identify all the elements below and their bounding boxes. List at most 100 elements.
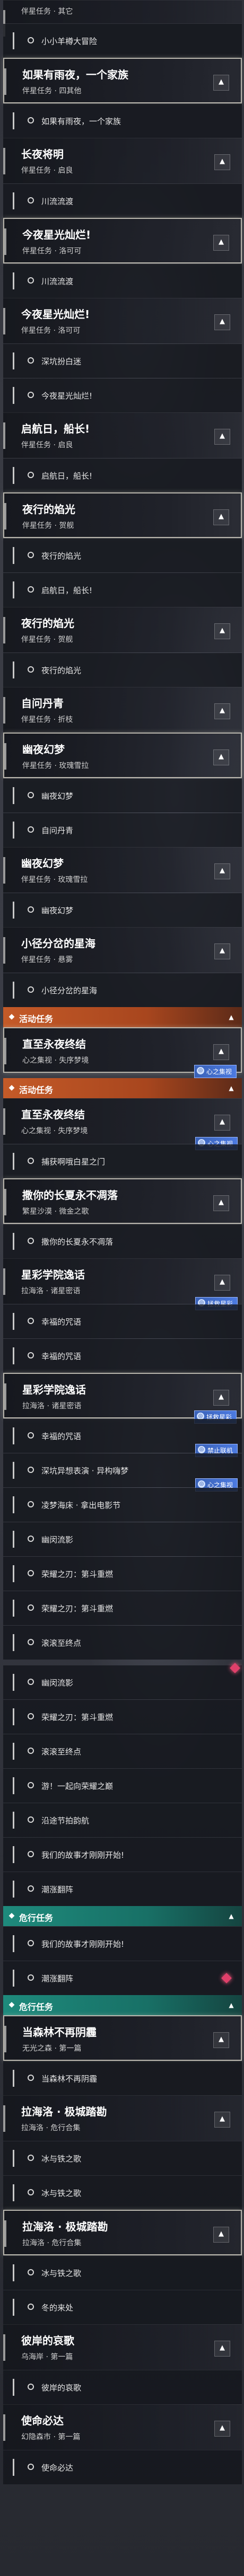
quest-header[interactable]: 使命必达 幻隐森市 · 第一篇 ▲ (3, 2404, 242, 2450)
chevron-up-icon[interactable]: ▲ (214, 2341, 230, 2357)
chevron-up-icon[interactable]: ▲ (214, 2421, 230, 2437)
quest-step[interactable]: 滚滚至终点 (3, 1734, 242, 1768)
quest-header[interactable]: 夜行的焰光 伴星任务 · 贺舰 ▲ (3, 607, 242, 652)
quest-step[interactable]: 冰与铁之歌 (3, 2141, 242, 2175)
quest-header[interactable]: 直至永夜终结 心之集视 · 失序梦境 ▲ ◎ 心之集视 (3, 1027, 242, 1078)
quest-step[interactable]: 幸福的咒语 (3, 1339, 242, 1373)
chevron-up-icon[interactable]: ▲ (226, 1911, 237, 1921)
step-bar (13, 352, 14, 369)
quest-step[interactable]: 自问丹青 (3, 813, 242, 847)
quest-step[interactable]: 当森林不再阴霾 (3, 2061, 242, 2095)
chevron-up-icon[interactable]: ▲ (214, 863, 230, 879)
quest-header[interactable]: 夜行的焰光 伴星任务 · 贺舰 ▲ (3, 492, 242, 538)
quest-step[interactable]: 潮涨翻阵 (3, 1872, 242, 1906)
quest-step[interactable]: 如果有雨夜，一个家族 (3, 104, 242, 138)
chevron-up-icon[interactable]: ▲ (213, 1195, 229, 1211)
chevron-up-icon[interactable]: ▲ (214, 314, 230, 330)
quest-step[interactable]: 沿途节拍韵航 (3, 1803, 242, 1837)
quest-section: 今夜星光灿烂! 伴星任务 · 洛可可 ▲ (3, 298, 242, 343)
quest-subtitle: 幻隐森市 · 第一篇 (21, 2433, 81, 2441)
quest-header[interactable]: 自问丹青 伴星任务 · 折枝 ▲ (3, 687, 242, 733)
quest-step[interactable]: 幸福的咒语 ◎ 禁止联机 (3, 1419, 242, 1457)
quest-badge[interactable]: ◎ 心之集视 (194, 1065, 237, 1078)
chevron-up-icon[interactable]: ▲ (226, 1083, 237, 1093)
quest-step[interactable]: 荣耀之刃：第斗重燃 (3, 1557, 242, 1591)
quest-step[interactable]: 今夜星光灿烂! (3, 378, 242, 412)
chevron-up-icon[interactable]: ▲ (213, 2227, 229, 2243)
quest-header[interactable]: 幽夜幻梦 伴星任务 · 玫瑰雪拉 ▲ (3, 847, 242, 893)
quest-header[interactable]: 拉海洛 · 极城踏勘 拉海洛 · 危行合集 ▲ (3, 2210, 242, 2255)
quest-step[interactable]: 游！一起向荣耀之巅 (3, 1769, 242, 1803)
quest-step[interactable]: 幽夜幻梦 (3, 779, 242, 813)
chevron-up-icon[interactable]: ▲ (213, 749, 229, 765)
quest-header[interactable]: 伴星任务 · 其它 (3, 0, 242, 37)
quest-step[interactable]: 我们的故事才刚刚开始! (3, 1927, 242, 1961)
group-header[interactable]: ◆ 危行任务 ▲ (3, 1995, 242, 2015)
chevron-up-icon[interactable]: ▲ (214, 429, 230, 445)
chevron-up-icon[interactable]: ▲ (214, 623, 230, 639)
chevron-up-icon[interactable]: ▲ (213, 1044, 229, 1060)
quest-step[interactable]: 凌梦海床 · 拿出电影节 (3, 1488, 242, 1522)
circle-icon (28, 2384, 34, 2390)
chevron-up-icon[interactable]: ▲ (214, 703, 230, 719)
chevron-up-icon[interactable]: ▲ (214, 1275, 230, 1291)
quest-step[interactable]: 荣耀之刃：第斗重燃 (3, 1591, 242, 1625)
quest-step[interactable]: 冰与铁之歌 (3, 2256, 242, 2290)
quest-header[interactable]: 彼岸的哀歌 乌海岸 · 第一篇 ▲ (3, 2324, 242, 2370)
group-header[interactable]: ◆ 活动任务 ▲ (3, 1007, 242, 1027)
quest-step[interactable]: 捕获啊哦白星之门 (3, 1144, 242, 1178)
quest-step[interactable]: 幸福的咒语 (3, 1304, 242, 1338)
chevron-up-icon[interactable]: ▲ (213, 1390, 229, 1406)
quest-step[interactable]: 荣耀之刃：第斗重燃 (3, 1700, 242, 1734)
quest-step[interactable]: 深坑异想表演 · 异构嗨梦 ◎ 心之集视 (3, 1453, 242, 1492)
quest-step[interactable]: 启航日，船长! (3, 573, 242, 607)
quest-step[interactable]: 潮涨翻阵 (3, 1961, 242, 1995)
quest-step[interactable]: 使命必达 (3, 2450, 242, 2484)
quest-step[interactable]: 撒你的长夏永不凋落 (3, 1224, 242, 1258)
quest-step[interactable]: 小小羊樽大冒险 (3, 24, 242, 58)
quest-step[interactable]: 川流流渡 (3, 264, 242, 298)
quest-header[interactable]: 今夜星光灿烂! 伴星任务 · 洛可可 ▲ (3, 298, 242, 343)
group-header[interactable]: ◆ 活动任务 ▲ (3, 1078, 242, 1098)
quest-header[interactable]: 拉海洛 · 极城踏勘 拉海洛 · 危行合集 ▲ (3, 2095, 242, 2141)
quest-step[interactable]: 我们的故事才刚刚开始! (3, 1838, 242, 1872)
quest-step[interactable]: 冰与铁之歌 (3, 2176, 242, 2210)
quest-step[interactable]: 深坑扮白迷 (3, 344, 242, 378)
quest-step[interactable]: 小径分岔的星海 (3, 973, 242, 1007)
quest-step[interactable]: 幽夜幻梦 (3, 893, 242, 927)
quest-step[interactable]: 幽闵流影 (3, 1522, 242, 1556)
quest-step[interactable]: 启航日，船长! (3, 458, 242, 492)
chevron-up-icon[interactable]: ▲ (226, 1012, 237, 1022)
quest-step-wrap: 我们的故事才刚刚开始! (3, 1927, 242, 1961)
quest-header[interactable]: 长夜将明 伴星任务 · 启良 ▲ (3, 138, 242, 183)
quest-header[interactable]: 直至永夜终结 心之集视 · 失序梦境 ▲ ◎ 心之集视 (3, 1098, 242, 1150)
group-header[interactable]: ◆ 危行任务 ▲ (3, 1906, 242, 1926)
chevron-up-icon[interactable]: ▲ (213, 2032, 229, 2048)
quest-header[interactable]: 小径分岔的星海 伴星任务 · 悬雾 ▲ (3, 927, 242, 973)
circle-icon (28, 1604, 34, 1611)
chevron-up-icon[interactable]: ▲ (214, 1115, 230, 1131)
quest-step[interactable]: 夜行的焰光 (3, 653, 242, 687)
quest-header[interactable]: 撒你的长夏永不凋落 繁星沙漠 · 微金之歌 ▲ (3, 1178, 242, 1224)
quest-step[interactable]: 幽闵流影 (3, 1665, 242, 1699)
quest-header[interactable]: 星彩学院逸话 拉海洛 · 诸星密语 ▲ ◎ 拯救星彩 (3, 1373, 242, 1424)
quest-header[interactable]: 今夜星光灿烂! 伴星任务 · 洛可可 ▲ (3, 218, 242, 263)
quest-step[interactable]: 夜行的焰光 (3, 539, 242, 572)
chevron-up-icon[interactable]: ▲ (214, 2112, 230, 2128)
quest-step[interactable]: 冬的来处 (3, 2290, 242, 2324)
chevron-up-icon[interactable]: ▲ (213, 235, 229, 251)
chevron-up-icon[interactable]: ▲ (213, 509, 229, 525)
quest-header[interactable]: 如果有雨夜，一个家族 伴星任务 · 四其他 ▲ (3, 58, 242, 103)
chevron-up-icon[interactable]: ▲ (213, 75, 229, 91)
chevron-up-icon[interactable]: ▲ (214, 154, 230, 170)
quest-header[interactable]: 星彩学院逸话 拉海洛 · 诸星密语 ▲ ◎ 拯救星彩 (3, 1258, 242, 1310)
quest-step[interactable]: 川流流渡 (3, 184, 242, 218)
quest-step[interactable]: 彼岸的哀歌 (3, 2370, 242, 2404)
activity-icon: ◆ (8, 2000, 15, 2009)
quest-header[interactable]: 幽夜幻梦 伴星任务 · 玫瑰雪拉 ▲ (3, 733, 242, 778)
quest-step[interactable]: 滚滚至终点 (3, 1626, 242, 1660)
quest-header[interactable]: 当森林不再阴霾 无光之森 · 第一篇 ▲ (3, 2015, 242, 2061)
chevron-up-icon[interactable]: ▲ (226, 2000, 237, 2010)
chevron-up-icon[interactable]: ▲ (214, 943, 230, 959)
quest-header[interactable]: 启航日，船长! 伴星任务 · 启良 ▲ (3, 412, 242, 458)
